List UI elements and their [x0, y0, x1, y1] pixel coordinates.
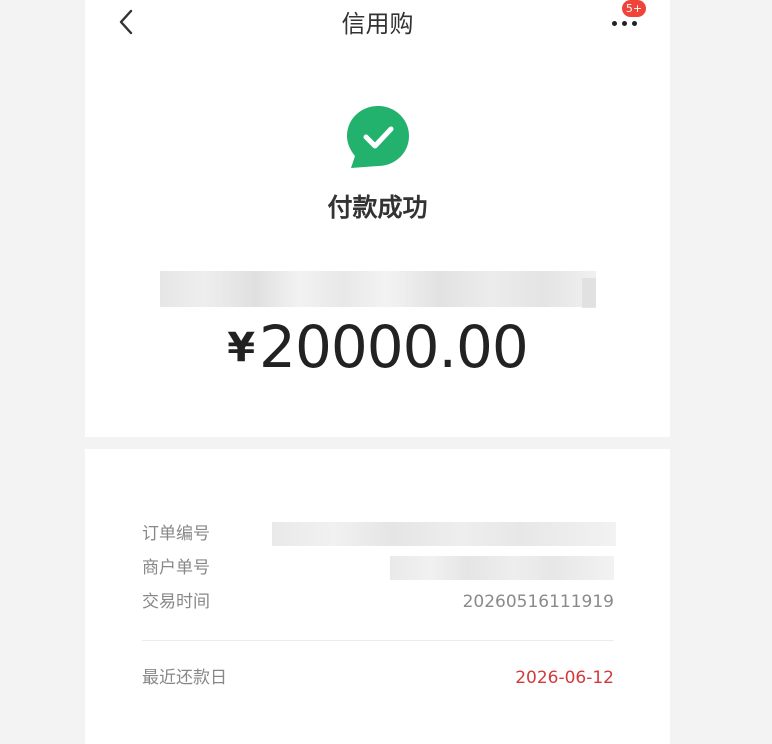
- currency-symbol: ¥: [227, 325, 256, 371]
- payment-result-page: 信用购 5+ 付款成功 ¥20000.00 订单编号 商户单号 交易时间 202…: [85, 0, 670, 744]
- more-dots-icon: [612, 21, 617, 26]
- trade-time-value: 20260516111919: [462, 592, 614, 612]
- trade-time-label: 交易时间: [142, 592, 210, 612]
- more-dot: [622, 21, 627, 26]
- payment-status: 付款成功: [327, 193, 428, 222]
- merchant-number-redacted: [390, 556, 614, 580]
- payment-amount: ¥20000.00: [85, 312, 670, 397]
- merchant-name-redacted: [160, 271, 596, 307]
- repay-date-label: 最近还款日: [142, 668, 227, 688]
- divider: [142, 640, 614, 641]
- notification-badge: 5+: [622, 0, 646, 17]
- order-number-redacted: [272, 522, 616, 546]
- page-title: 信用购: [341, 10, 414, 38]
- more-dot: [632, 21, 637, 26]
- merchant-name-redacted-edge: [582, 278, 596, 308]
- order-number-row: 订单编号: [142, 521, 616, 547]
- amount-value: 20000.00: [259, 313, 529, 381]
- repay-date-row: 最近还款日 2026-06-12: [142, 665, 614, 691]
- order-number-label: 订单编号: [142, 524, 210, 544]
- merchant-number-label: 商户单号: [142, 558, 210, 578]
- check-bubble-icon: [347, 106, 409, 168]
- trade-time-row: 交易时间 20260516111919: [142, 589, 614, 615]
- merchant-number-row: 商户单号: [142, 555, 614, 581]
- repay-date-value: 2026-06-12: [515, 668, 614, 688]
- result-card: 信用购 5+ 付款成功 ¥20000.00: [85, 0, 670, 437]
